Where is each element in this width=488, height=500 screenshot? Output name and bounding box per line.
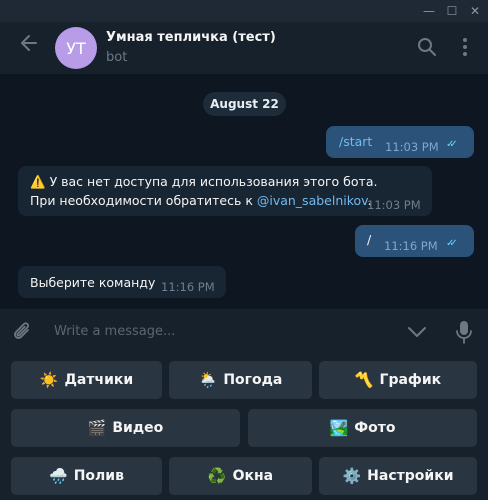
button-weather[interactable]: 🌦️ Погода	[169, 361, 312, 399]
keyboard-toggle-icon[interactable]	[406, 323, 428, 345]
chat-subtitle: bot	[106, 50, 128, 65]
close-icon[interactable]: ✕	[464, 0, 486, 22]
message-time: 11:03 PM	[385, 140, 439, 154]
message-text[interactable]: /start	[339, 134, 372, 149]
message-text-line2: При необходимости обратитесь к	[30, 193, 257, 208]
sun-icon: ☀️	[39, 371, 59, 389]
outgoing-message[interactable]: /start 11:03 PM ✓✓	[326, 126, 474, 158]
back-arrow-icon[interactable]	[14, 32, 44, 62]
chat-title[interactable]: Умная тепличка (тест)	[106, 30, 276, 45]
weather-icon: 🌦️	[198, 371, 218, 389]
button-settings[interactable]: ⚙️ Настройки	[319, 457, 477, 495]
message-time: 11:16 PM	[161, 280, 215, 294]
bot-keyboard: ☀️ Датчики 🌦️ Погода 〽️ График 🎬 Видео 🏞️ Фот…	[0, 355, 488, 500]
read-checkmark-icon: ✓✓	[446, 238, 458, 249]
button-label: Настройки	[367, 468, 454, 484]
rain-icon: 🌧️	[49, 467, 68, 485]
message-time: 11:16 PM	[384, 239, 438, 253]
more-vert-icon[interactable]	[452, 34, 478, 60]
message-text[interactable]: /	[367, 232, 371, 247]
search-icon[interactable]	[414, 34, 440, 60]
button-watering[interactable]: 🌧️ Полив	[11, 457, 162, 495]
outgoing-message[interactable]: / 11:16 PM ✓✓	[355, 225, 474, 257]
avatar[interactable]: УТ	[55, 27, 97, 69]
date-separator: August 22	[203, 92, 286, 116]
button-sensors[interactable]: ☀️ Датчики	[11, 361, 162, 399]
button-photo[interactable]: 🏞️ Фото	[248, 409, 477, 447]
message-list[interactable]: August 22 /start 11:03 PM ✓✓ ⚠️ У вас не…	[0, 74, 488, 309]
button-label: Датчики	[64, 372, 134, 388]
warning-icon: ⚠️	[30, 174, 46, 189]
message-time: 11:03 PM	[367, 198, 421, 212]
minimize-icon[interactable]: —	[418, 0, 440, 22]
incoming-message[interactable]: ⚠️ У вас нет доступа для использования э…	[18, 166, 432, 216]
button-label: График	[379, 372, 442, 388]
gear-icon: ⚙️	[342, 467, 362, 485]
attach-icon[interactable]	[12, 320, 34, 348]
chat-header: УТ Умная тепличка (тест) bot	[0, 22, 488, 74]
incoming-message[interactable]: Выберите команду 11:16 PM	[18, 266, 226, 298]
microphone-icon[interactable]	[455, 320, 473, 348]
picture-icon: 🏞️	[329, 419, 349, 437]
message-input[interactable]: Write a message...	[54, 324, 175, 339]
message-text-line1: У вас нет доступа для использования этог…	[49, 174, 378, 189]
recycle-icon: ♻️	[207, 467, 227, 485]
button-chart[interactable]: 〽️ График	[319, 361, 477, 399]
mention-link[interactable]: @ivan_sabelnikov	[257, 193, 368, 208]
button-label: Фото	[354, 420, 396, 436]
button-label: Полив	[73, 468, 124, 484]
button-label: Окна	[232, 468, 274, 484]
button-video[interactable]: 🎬 Видео	[11, 409, 240, 447]
maximize-icon[interactable]: ☐	[441, 0, 463, 22]
chart-icon: 〽️	[354, 371, 374, 389]
button-label: Погода	[223, 372, 283, 388]
read-checkmark-icon: ✓✓	[446, 139, 458, 150]
message-composer: Write a message...	[0, 309, 488, 355]
message-text: Выберите команду	[30, 275, 156, 290]
button-windows[interactable]: ♻️ Окна	[169, 457, 312, 495]
button-label: Видео	[112, 420, 164, 436]
window-titlebar: — ☐ ✕	[0, 0, 488, 22]
clapper-icon: 🎬	[87, 419, 107, 437]
